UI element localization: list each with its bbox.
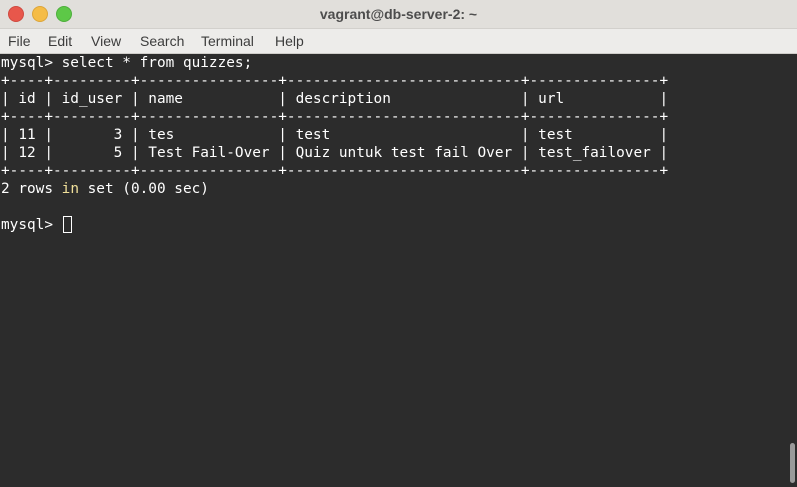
menu-view[interactable]: View [91,29,121,53]
result-keyword: in [61,181,79,197]
text-cursor [63,216,72,233]
result-summary: 2 rows in set (0.00 sec) [1,180,209,198]
scrollbar-thumb[interactable] [790,443,795,483]
table-border-mid: +----+---------+----------------+-------… [1,109,669,125]
menu-terminal[interactable]: Terminal [201,29,254,53]
command-line: mysql> select * from quizzes; [1,55,253,71]
menu-file[interactable]: File [8,29,31,53]
menu-bar: File Edit View Search Terminal Help [0,29,797,54]
table-row: | 12 | 5 | Test Fail-Over | Quiz untuk t… [1,145,669,161]
table-header-row: | id | id_user | name | description | ur… [1,91,669,107]
menu-help[interactable]: Help [275,29,304,53]
table-row: | 11 | 3 | tes | test | test | [1,127,669,143]
menu-edit[interactable]: Edit [48,29,72,53]
prompt-line: mysql> [1,217,62,233]
result-prefix: 2 rows [1,181,62,197]
terminal-window: vagrant@db-server-2: ~ File Edit View Se… [0,0,797,487]
table-border-top: +----+---------+----------------+-------… [1,73,669,89]
scrollbar[interactable] [788,54,797,487]
title-bar[interactable]: vagrant@db-server-2: ~ [0,0,797,29]
result-suffix: set (0.00 sec) [78,181,209,197]
menu-search[interactable]: Search [140,29,184,53]
table-border-bottom: +----+---------+----------------+-------… [1,163,669,179]
terminal-output[interactable]: mysql> select * from quizzes; +----+----… [0,54,788,487]
window-title: vagrant@db-server-2: ~ [319,6,478,22]
